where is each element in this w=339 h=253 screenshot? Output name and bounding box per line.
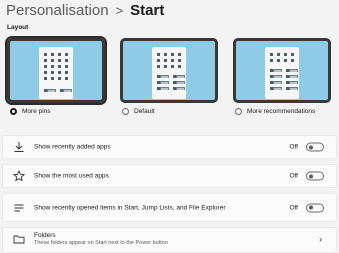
setting-label: Show recently added apps [34,143,111,151]
setting-recently-added-apps: Show recently added apps Off [2,135,337,159]
start-menu-preview [152,47,186,99]
radio-label: More recommendations [247,108,316,115]
layout-preview-more-recommendations[interactable] [233,38,331,103]
recently-opened-items-toggle[interactable] [306,203,324,212]
layout-preview-more-pins[interactable] [5,36,107,105]
start-menu-preview [265,47,299,99]
setting-recently-opened-items: Show recently opened items in Start, Jum… [2,193,337,222]
start-menu-preview [39,47,73,99]
recently-added-apps-toggle[interactable] [306,142,324,152]
folders-subtitle: These folders appear on Start next to th… [34,240,168,246]
page-title: Start [130,1,165,19]
most-used-apps-toggle[interactable] [306,171,324,181]
setting-label: Show recently opened items in Start, Jum… [34,204,226,211]
chevron-right-icon: › [319,234,322,244]
breadcrumb: Personalisation > Start [6,0,164,20]
star-icon [13,170,25,182]
folders-title: Folders [34,232,56,239]
radio-label: More pins [22,108,51,115]
breadcrumb-parent[interactable]: Personalisation [6,2,109,19]
radio-more-pins[interactable]: More pins [10,108,51,115]
folders-link[interactable]: Folders These folders appear on Start ne… [2,227,337,253]
setting-most-used-apps: Show the most used apps Off [2,164,337,188]
radio-button[interactable] [122,108,129,115]
radio-label: Default [134,108,155,115]
list-icon [14,204,24,211]
toggle-state-label: Off [289,204,298,211]
radio-button[interactable] [10,108,17,115]
folder-icon [13,235,25,244]
layout-section-label: Layout [7,24,29,31]
breadcrumb-separator: > [115,2,124,18]
layout-options: More pins Default More recommendations [0,36,339,126]
radio-button[interactable] [235,108,242,115]
download-icon [14,142,24,152]
radio-default[interactable]: Default [122,108,155,115]
setting-label: Show the most used apps [34,172,109,180]
toggle-state-label: Off [289,143,298,151]
layout-preview-default[interactable] [120,38,218,103]
toggle-state-label: Off [289,172,298,180]
radio-more-recommendations[interactable]: More recommendations [235,108,315,115]
